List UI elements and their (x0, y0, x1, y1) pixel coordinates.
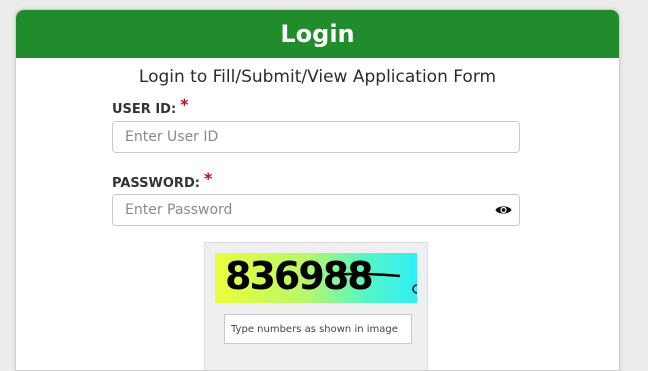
login-header: Login (16, 10, 619, 58)
captcha-image: 836988 (215, 253, 417, 303)
refresh-icon[interactable] (411, 283, 417, 295)
password-label: PASSWORD: * (112, 169, 213, 191)
captcha-noise-line (334, 272, 401, 278)
password-input[interactable] (112, 194, 520, 226)
eye-icon[interactable] (495, 204, 512, 216)
login-subtitle: Login to Fill/Submit/View Application Fo… (138, 67, 497, 87)
login-title: Login (280, 20, 355, 48)
login-card: Login Login to Fill/Submit/View Applicat… (15, 9, 620, 371)
user-id-input[interactable] (112, 121, 520, 153)
captcha-panel: 836988 (204, 242, 428, 370)
user-id-label: USER ID: * (112, 95, 189, 117)
password-label-text: PASSWORD: (112, 176, 200, 191)
required-asterisk: * (180, 95, 189, 114)
user-id-label-text: USER ID: (112, 102, 177, 117)
required-asterisk: * (203, 169, 213, 188)
captcha-input[interactable] (224, 314, 412, 344)
